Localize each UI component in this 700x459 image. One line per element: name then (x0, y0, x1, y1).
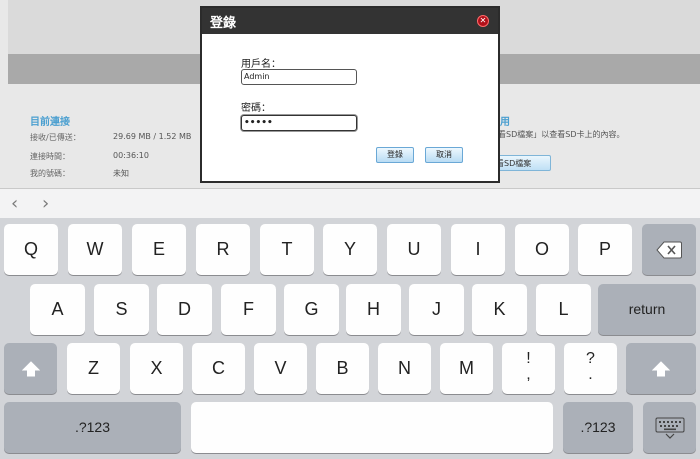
key-question-period[interactable]: ? . (564, 343, 617, 394)
numbers-key-left[interactable]: .?123 (4, 402, 181, 453)
dialog-title: 登錄 (210, 16, 237, 31)
shift-key-right[interactable] (626, 343, 696, 394)
hide-keyboard-key[interactable] (643, 402, 696, 453)
dialog-title-bar: 登錄 ✕ (202, 8, 498, 34)
key-b[interactable]: B (316, 343, 369, 394)
key-i[interactable]: I (451, 224, 505, 275)
password-input[interactable]: ••••• (241, 115, 357, 131)
connection-time-value: 00:36:10 (113, 151, 149, 160)
key-exclamation-comma[interactable]: ! , (502, 343, 555, 394)
username-input[interactable]: Admin (241, 69, 357, 85)
on-screen-keyboard: Q W E R T Y U I O P A S D F G H J K L re… (0, 218, 700, 459)
username-label: 用戶名： (241, 59, 281, 70)
key-r[interactable]: R (196, 224, 250, 275)
cancel-button[interactable]: 取消 (425, 147, 463, 163)
key-period-label: . (588, 366, 593, 383)
key-e[interactable]: E (132, 224, 186, 275)
sd-section-title: 用 (500, 117, 510, 128)
connection-time-label: 連接時間： (30, 152, 70, 161)
key-d[interactable]: D (157, 284, 212, 335)
previous-field-icon[interactable]: ‹ (11, 193, 18, 214)
key-q[interactable]: Q (4, 224, 58, 275)
key-k[interactable]: K (472, 284, 527, 335)
key-s[interactable]: S (94, 284, 149, 335)
key-l[interactable]: L (536, 284, 591, 335)
transfer-value: 29.69 MB / 1.52 MB (113, 132, 192, 141)
key-c[interactable]: C (192, 343, 245, 394)
shift-key-left[interactable] (4, 343, 57, 394)
my-number-label: 我的號碼： (30, 169, 70, 178)
key-o[interactable]: O (515, 224, 569, 275)
key-question-label: ? (586, 350, 595, 367)
key-z[interactable]: Z (67, 343, 120, 394)
keyboard-accessory-bar: ‹ › (0, 188, 700, 218)
key-v[interactable]: V (254, 343, 307, 394)
key-t[interactable]: T (260, 224, 314, 275)
login-button[interactable]: 登錄 (376, 147, 414, 163)
key-j[interactable]: J (409, 284, 464, 335)
close-icon[interactable]: ✕ (477, 15, 489, 27)
shift-icon (651, 361, 671, 377)
key-p[interactable]: P (578, 224, 632, 275)
password-label: 密碼： (241, 103, 271, 114)
key-y[interactable]: Y (323, 224, 377, 275)
key-n[interactable]: N (378, 343, 431, 394)
numbers-key-right[interactable]: .?123 (563, 402, 633, 453)
key-h[interactable]: H (346, 284, 401, 335)
backspace-icon (656, 241, 682, 259)
my-number-value: 未知 (113, 169, 129, 178)
key-w[interactable]: W (68, 224, 122, 275)
sd-description: 「查看SD檔案」以查看SD卡上的內容。 (482, 130, 625, 139)
transfer-label: 接收/已傳送： (30, 133, 81, 142)
key-a[interactable]: A (30, 284, 85, 335)
current-connection-title: 目前連接 (30, 117, 70, 128)
key-x[interactable]: X (130, 343, 183, 394)
key-f[interactable]: F (221, 284, 276, 335)
backspace-key[interactable] (642, 224, 696, 275)
key-u[interactable]: U (387, 224, 441, 275)
key-g[interactable]: G (284, 284, 339, 335)
login-dialog: 登錄 ✕ 用戶名： Admin 密碼： ••••• 登錄 取消 (200, 6, 500, 183)
key-exclamation-label: ! (526, 350, 531, 367)
key-comma-label: , (526, 366, 531, 383)
return-key[interactable]: return (598, 284, 696, 335)
keyboard-hide-icon (655, 417, 684, 440)
space-bar[interactable] (191, 402, 553, 453)
next-field-icon[interactable]: › (42, 193, 49, 214)
key-m[interactable]: M (440, 343, 493, 394)
shift-icon (21, 361, 40, 377)
